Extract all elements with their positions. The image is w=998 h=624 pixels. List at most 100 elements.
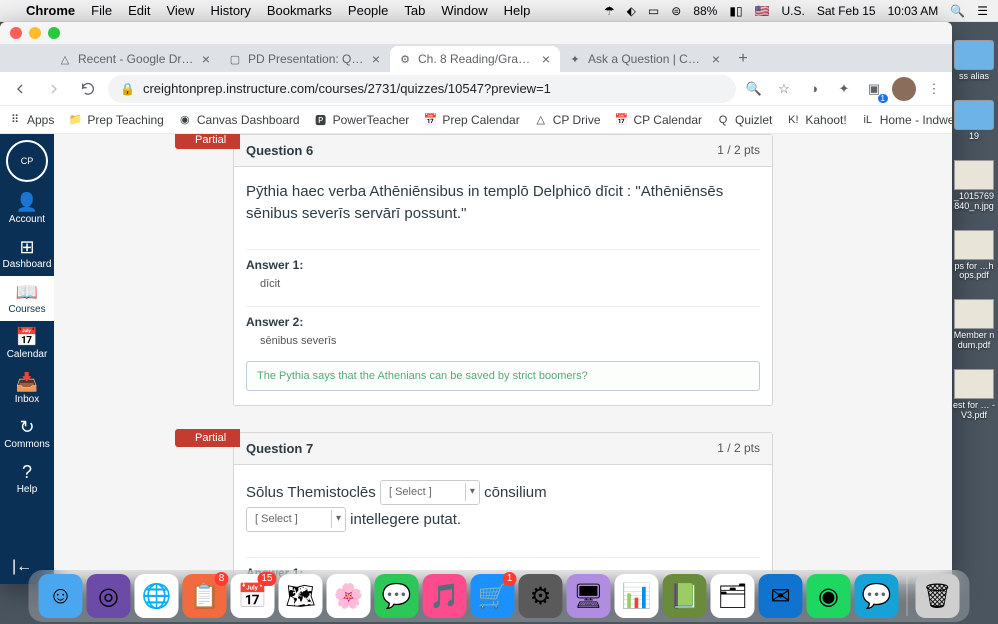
menu-file[interactable]: File [91,3,112,18]
browser-tab-1[interactable]: ▢PD Presentation: Quizzes - Go…× [220,46,390,72]
dock-app-13[interactable]: 📗 [663,574,707,618]
bookmark-2[interactable]: ◉Canvas Dashboard [178,113,300,127]
browser-tab-0[interactable]: △Recent - Google Drive× [50,46,220,72]
help-icon: ? [22,462,32,482]
chrome-menu-icon[interactable]: ⋮ [922,77,946,101]
forward-button[interactable] [40,75,68,103]
bookmark-6[interactable]: 📅CP Calendar [615,113,702,127]
dock-app-7[interactable]: 💬 [375,574,419,618]
minimize-window-button[interactable] [29,27,41,39]
bookmark-5[interactable]: △CP Drive [534,113,601,127]
tab-close-button[interactable]: × [200,53,212,65]
flag-icon[interactable]: 🇺🇸 [755,4,770,18]
sentence-part-2: cōnsilium [484,484,547,501]
collapse-nav-button[interactable]: |← [12,558,32,576]
tab-close-button[interactable]: × [710,53,722,65]
canvas-nav-calendar[interactable]: 📅Calendar [0,321,54,366]
nav-label: Help [17,484,38,495]
bookmark-icon: 🅿 [314,113,328,127]
reload-button[interactable] [74,75,102,103]
canvas-nav-help[interactable]: ? Help [0,456,54,501]
desktop-file-0[interactable]: ss alias [952,40,996,82]
menu-bookmarks[interactable]: Bookmarks [267,3,332,18]
dock-app-6[interactable]: 🌸 [327,574,371,618]
desktop-file-4[interactable]: Member ndum.pdf [952,299,996,351]
bookmark-8[interactable]: K!Kahoot! [786,113,846,127]
browser-tab-2[interactable]: ⚙Ch. 8 Reading/Grammar Forma× [390,46,560,72]
desktop-file-1[interactable]: 19 [952,100,996,142]
close-window-button[interactable] [10,27,22,39]
extension-icon-1[interactable]: ◑ [802,77,826,101]
nav-label: Courses [8,304,45,315]
menu-help[interactable]: Help [504,3,531,18]
menu-tab[interactable]: Tab [404,3,425,18]
canvas-nav-inbox[interactable]: 📥Inbox [0,366,54,411]
dock-app-1[interactable]: ◎ [87,574,131,618]
desktop-file-5[interactable]: est for … - V3.pdf [952,369,996,421]
bookmark-0[interactable]: ⠿Apps [8,113,54,127]
menu-view[interactable]: View [166,3,194,18]
zoom-icon[interactable]: 🔍 [742,77,766,101]
dock-app-0[interactable]: ☺ [39,574,83,618]
macos-dock: ☺◎🌐📋8📅15🗺🌸💬🎵🛒1⚙🖥📊📗🗂✉◉💬🗑 [29,570,970,622]
menu-history[interactable]: History [210,3,250,18]
menu-people[interactable]: People [348,3,388,18]
tab-close-button[interactable]: × [540,53,552,65]
bookmark-7[interactable]: QQuizlet [716,113,772,127]
bookmark-3[interactable]: 🅿PowerTeacher [314,113,410,127]
control-center-icon[interactable]: ☰ [977,4,988,18]
blank-select-2[interactable]: [ Select ] [246,507,346,533]
desktop-file-3[interactable]: ps for …hops.pdf [952,230,996,282]
address-input[interactable]: 🔒 creightonprep.instructure.com/courses/… [108,75,736,103]
tab-close-button[interactable]: × [370,53,382,65]
dock-app-4[interactable]: 📅15 [231,574,275,618]
dock-app-17[interactable]: 💬 [855,574,899,618]
blank-select-1[interactable]: [ Select ] [380,480,480,506]
bookmark-star-icon[interactable]: ☆ [772,77,796,101]
bookmark-1[interactable]: 📁Prep Teaching [68,113,164,127]
canvas-nav-account[interactable]: 👤Account [0,186,54,231]
profile-avatar[interactable] [892,77,916,101]
maximize-window-button[interactable] [48,27,60,39]
display-icon[interactable]: ▭ [648,4,659,18]
dropbox-icon[interactable]: ⬖ [627,4,636,18]
extension-icon-2[interactable]: ▣1 [862,77,886,101]
dock-icon: ✉ [770,582,790,611]
canvas-logo[interactable]: CP [6,140,48,182]
canvas-nav-dashboard[interactable]: ⊞Dashboard [0,231,54,276]
desktop-file-2[interactable]: _1015769840_n.jpg [952,160,996,212]
canvas-nav-courses[interactable]: 📖Courses [0,276,54,321]
question-7: Question 7 1 / 2 pts Sōlus Themistoclēs … [233,432,773,585]
new-tab-button[interactable]: + [730,46,756,72]
tab-title: Ask a Question | Canvas LMS C [588,52,704,66]
file-label: _1015769840_n.jpg [952,192,996,212]
dock-app-15[interactable]: ✉ [759,574,803,618]
dock-app-11[interactable]: 🖥 [567,574,611,618]
back-button[interactable] [6,75,34,103]
dock-app-10[interactable]: ⚙ [519,574,563,618]
menu-edit[interactable]: Edit [128,3,150,18]
browser-tab-3[interactable]: ✦Ask a Question | Canvas LMS C× [560,46,730,72]
desktop-files: ss alias 19 _1015769840_n.jpgps for …hops.… [952,40,996,421]
dock-app-9[interactable]: 🛒1 [471,574,515,618]
spotlight-icon[interactable]: 🔍 [950,4,965,18]
dock-app-12[interactable]: 📊 [615,574,659,618]
extensions-icon[interactable]: ✦ [832,77,856,101]
app-name[interactable]: Chrome [26,3,75,18]
wifi-icon[interactable]: ⊜ [671,4,681,18]
dock-app-16[interactable]: ◉ [807,574,851,618]
bookmark-icon: 📁 [68,113,82,127]
canvas-nav-commons[interactable]: ↻Commons [0,411,54,456]
dock-app-2[interactable]: 🌐 [135,574,179,618]
dock-app-3[interactable]: 📋8 [183,574,227,618]
umbrella-icon[interactable]: ☂ [604,4,615,18]
dock-app-8[interactable]: 🎵 [423,574,467,618]
dock-separator [907,576,908,616]
battery-icon[interactable]: ▮▯ [729,4,742,18]
dock-app-5[interactable]: 🗺 [279,574,323,618]
dock-app-14[interactable]: 🗂 [711,574,755,618]
dock-app-19[interactable]: 🗑 [916,574,960,618]
menu-window[interactable]: Window [441,3,487,18]
battery-percent: 88% [693,4,717,18]
bookmark-4[interactable]: 📅Prep Calendar [423,113,519,127]
